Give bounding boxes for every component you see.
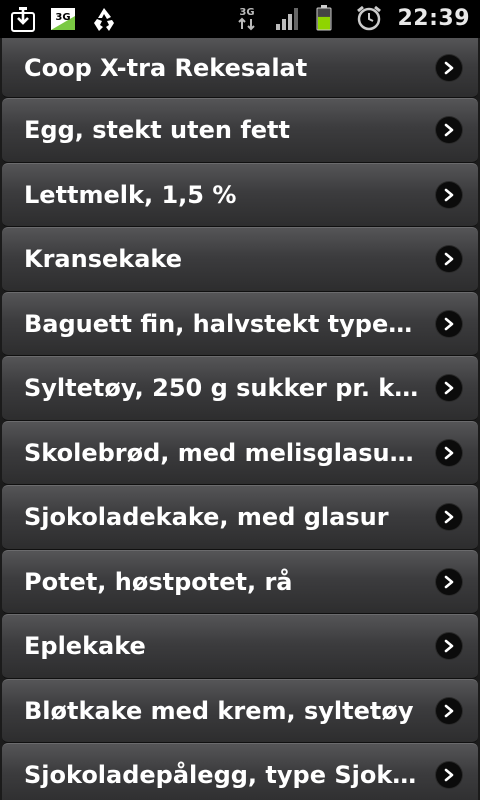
signal-strength-icon [275,4,303,32]
list-item-label: Bløtkake med krem, syltetøy [24,696,414,725]
list-item-label: Coop X-tra Rekesalat [24,53,308,82]
list-item[interactable]: Syltetøy, 250 g sukker pr. kg bær [2,356,478,421]
chevron-right-icon [436,117,462,144]
download-icon [10,5,38,33]
chevron-right-icon [436,568,462,595]
list-item-label: Potet, høstpotet, rå [24,567,293,596]
list-item-label: Baguett fin, halvstekt type, stekt [24,309,420,338]
chevron-right-icon [436,375,462,402]
chevron-right-icon [436,504,462,531]
list-item-label: Kransekake [24,245,183,274]
list-item-label: Skolebrød, med melisglasur, egg... [24,438,420,467]
signal-3g-icon: 3G [50,5,78,33]
chevron-right-icon [436,762,462,789]
list-item[interactable]: Baguett fin, halvstekt type, stekt [2,291,478,356]
list-item[interactable]: Coop X-tra Rekesalat [2,38,478,98]
list-item-label: Syltetøy, 250 g sukker pr. kg bær [24,374,420,403]
battery-icon [315,4,343,32]
chevron-right-icon [436,54,462,81]
status-bar: 3G 3G 22:39 [0,0,480,38]
list-item[interactable]: Skolebrød, med melisglasur, egg... [2,420,478,485]
list-item[interactable]: Lettmelk, 1,5 % [2,162,478,227]
chevron-right-icon [436,439,462,466]
data-transfer-3g-icon: 3G [235,4,263,32]
svg-text:3G: 3G [240,7,255,18]
chevron-right-icon [436,697,462,724]
list-item-label: Lettmelk, 1,5 % [24,180,237,209]
list-item[interactable]: Kransekake [2,227,478,292]
recycle-icon [90,5,118,33]
list-item-label: Egg, stekt uten fett [24,116,290,145]
food-list: Coop X-tra Rekesalat Egg, stekt uten fet… [0,38,480,800]
alarm-clock-icon [355,4,383,32]
chevron-right-icon [436,633,462,660]
list-item-label: Sjokoladepålegg, type Sjokade [24,761,420,790]
list-item[interactable]: Bløtkake med krem, syltetøy [2,678,478,743]
list-item[interactable]: Sjokoladepålegg, type Sjokade [2,743,478,800]
chevron-right-icon [436,181,462,208]
list-item[interactable]: Sjokoladekake, med glasur [2,485,478,550]
chevron-right-icon [436,246,462,273]
list-item-label: Eplekake [24,632,146,661]
chevron-right-icon [436,310,462,337]
list-item[interactable]: Eplekake [2,614,478,679]
network-type-label: 3G [55,12,70,23]
list-item[interactable]: Egg, stekt uten fett [2,98,478,163]
status-clock: 22:39 [397,5,470,31]
list-item-label: Sjokoladekake, med glasur [24,503,389,532]
list-item[interactable]: Potet, høstpotet, rå [2,549,478,614]
